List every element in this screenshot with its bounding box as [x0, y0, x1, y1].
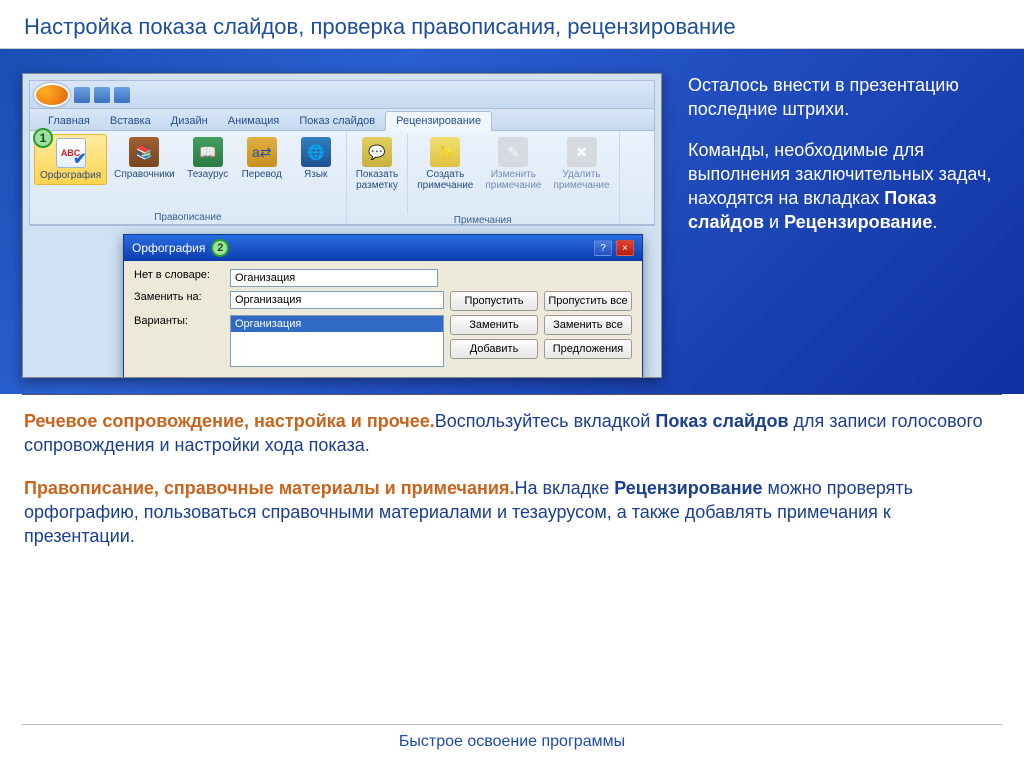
new-comment-button[interactable]: ✨ Создать примечание: [412, 134, 478, 194]
screenshot: 1 Главная Вставка Дизайн Анимация Показ …: [22, 73, 662, 378]
ribbon-tabs: Главная Вставка Дизайн Анимация Показ сл…: [30, 109, 654, 131]
thesaurus-icon: 📖: [193, 137, 223, 167]
delete-comment-icon: ✖: [567, 137, 597, 167]
tab-home[interactable]: Главная: [38, 112, 100, 130]
body-text: Речевое сопровождение, настройка и проче…: [0, 395, 1024, 548]
callout-2: 2: [211, 239, 229, 257]
show-markup-icon: 💬: [362, 137, 392, 167]
tab-animation[interactable]: Анимация: [218, 112, 290, 130]
footer-text: Быстрое освоение программы: [22, 724, 1002, 751]
redo-icon[interactable]: [114, 87, 130, 103]
suggestions-label: Варианты:: [134, 315, 224, 327]
side-text: Осталось внести в презентацию последние …: [688, 73, 1002, 394]
edit-comment-icon: ✎: [498, 137, 528, 167]
add-button[interactable]: Добавить: [450, 339, 538, 359]
ribbon: Главная Вставка Дизайн Анимация Показ сл…: [29, 80, 655, 226]
ribbon-body: ABC✔ Орфография 📚 Справочники 📖 Тезаурус: [30, 131, 654, 225]
list-item[interactable]: Организация: [231, 316, 443, 332]
tab-slideshow[interactable]: Показ слайдов: [289, 112, 385, 130]
slide: Настройка показа слайдов, проверка право…: [0, 0, 1024, 767]
thesaurus-button[interactable]: 📖 Тезаурус: [182, 134, 234, 183]
group-proofing-label: Правописание: [34, 211, 342, 224]
research-button[interactable]: 📚 Справочники: [109, 134, 180, 183]
spelling-dialog: Орфография 2 ? × Нет в словаре: Оганизац…: [123, 234, 643, 378]
ignore-button[interactable]: Пропустить: [450, 291, 538, 311]
suggest-button[interactable]: Предложения: [544, 339, 632, 359]
ignore-all-button[interactable]: Пропустить все: [544, 291, 632, 311]
change-button[interactable]: Заменить: [450, 315, 538, 335]
tab-design[interactable]: Дизайн: [161, 112, 218, 130]
callout-1: 1: [33, 128, 53, 148]
body-p2: Правописание, справочные материалы и при…: [24, 476, 1000, 549]
new-comment-icon: ✨: [430, 137, 460, 167]
language-button[interactable]: 🌐 Язык: [290, 134, 342, 183]
group-proofing: ABC✔ Орфография 📚 Справочники 📖 Тезаурус: [30, 131, 347, 224]
hero-area: 1 Главная Вставка Дизайн Анимация Показ …: [0, 49, 1024, 394]
not-in-dict-field[interactable]: Оганизация: [230, 269, 438, 287]
tab-insert[interactable]: Вставка: [100, 112, 161, 130]
dialog-titlebar: Орфография 2 ? ×: [124, 235, 642, 261]
spelling-icon: ABC✔: [56, 138, 86, 168]
dialog-title-text: Орфография: [132, 241, 205, 255]
help-icon[interactable]: ?: [594, 240, 612, 256]
delete-comment-button[interactable]: ✖ Удалить примечание: [548, 134, 614, 194]
slide-title: Настройка показа слайдов, проверка право…: [0, 0, 1024, 49]
not-in-dict-label: Нет в словаре:: [134, 269, 224, 281]
change-to-label: Заменить на:: [134, 291, 224, 303]
side-p1: Осталось внести в презентацию последние …: [688, 73, 1002, 122]
undo-icon[interactable]: [94, 87, 110, 103]
body-p1: Речевое сопровождение, настройка и проче…: [24, 409, 1000, 458]
research-icon: 📚: [129, 137, 159, 167]
show-markup-button[interactable]: 💬 Показать разметку: [351, 134, 404, 194]
group-comments: 💬 Показать разметку ✨ Создать примечание…: [347, 131, 620, 224]
tab-review[interactable]: Рецензирование: [385, 111, 492, 131]
change-to-field[interactable]: Организация: [230, 291, 444, 309]
translate-button[interactable]: a⇄ Перевод: [236, 134, 288, 183]
office-button[interactable]: [34, 83, 70, 107]
change-all-button[interactable]: Заменить все: [544, 315, 632, 335]
translate-icon: a⇄: [247, 137, 277, 167]
side-p2: Команды, необходимые для выполнения закл…: [688, 138, 1002, 235]
close-icon[interactable]: ×: [616, 240, 634, 256]
quick-access-toolbar: [30, 81, 654, 109]
dialog-body: Нет в словаре: Оганизация Заменить на: О…: [124, 261, 642, 378]
edit-comment-button[interactable]: ✎ Изменить примечание: [480, 134, 546, 194]
suggestions-list[interactable]: Организация: [230, 315, 444, 367]
group-comments-label: Примечания: [351, 214, 615, 227]
save-icon[interactable]: [74, 87, 90, 103]
language-icon: 🌐: [301, 137, 331, 167]
